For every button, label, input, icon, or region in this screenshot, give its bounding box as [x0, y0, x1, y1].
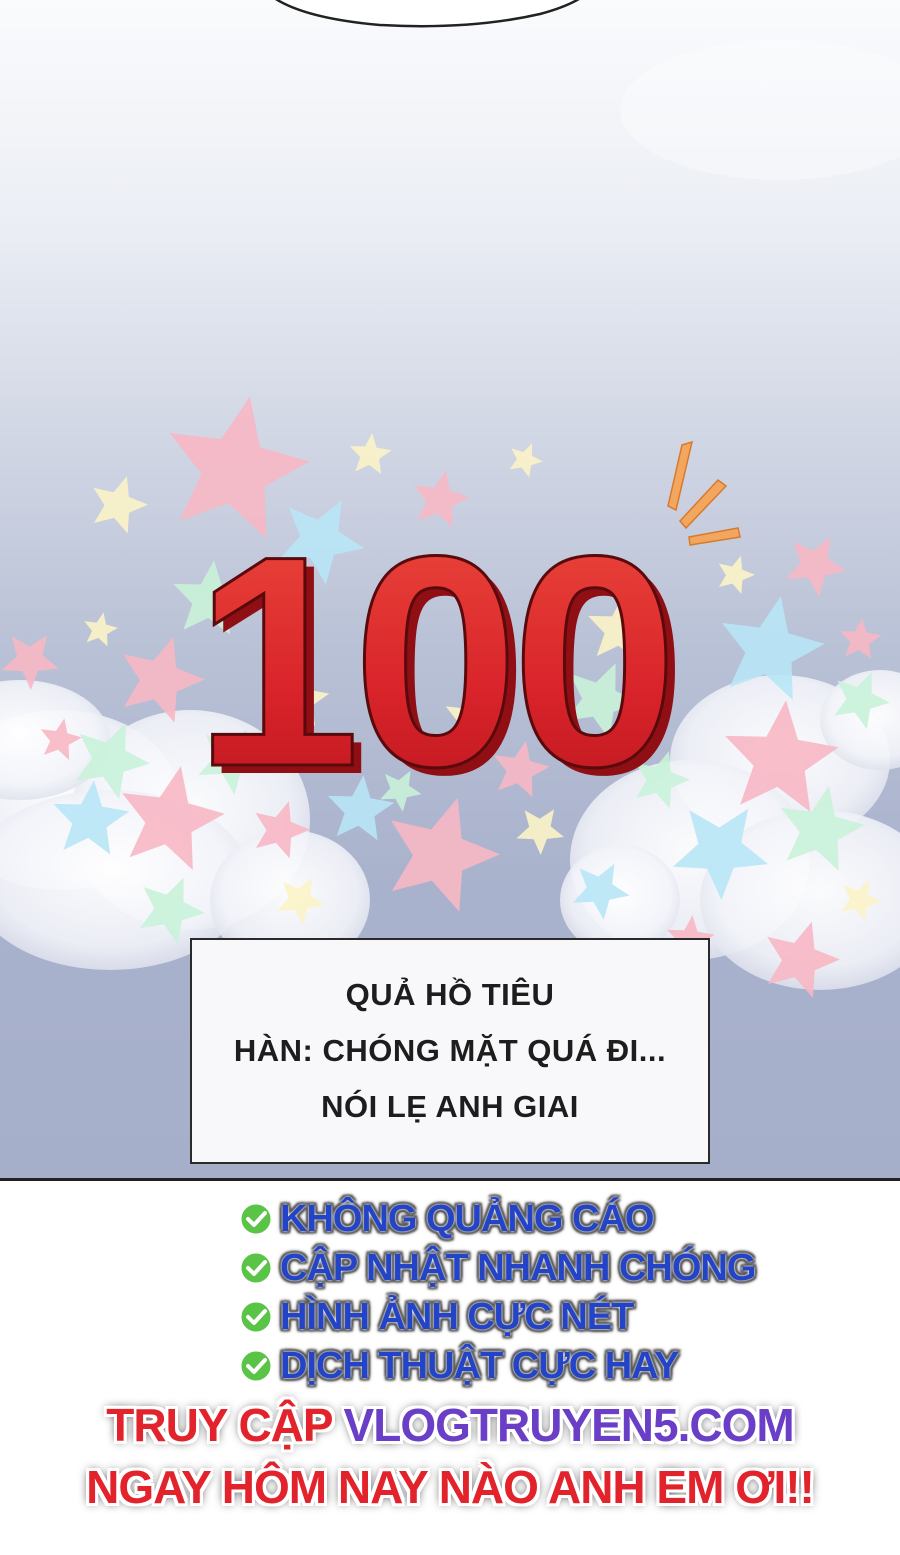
feature-label: DỊCH THUẬT CỰC HAY [280, 1344, 679, 1387]
feature-label: KHÔNG QUẢNG CÁO [280, 1197, 654, 1240]
check-circle-icon [238, 1250, 274, 1286]
sky-glow [620, 40, 900, 180]
cta-line-2: NGAY HÔM NAY NÀO ANH EM ƠI!! [86, 1461, 815, 1513]
star-icon [509, 443, 543, 478]
comic-panel: 100 100 QUẢ HỒ TIÊU HÀN: CHÓNG MẶT QUÁ Đ… [0, 0, 900, 1180]
star-icon [93, 476, 148, 534]
star-icon [786, 536, 847, 597]
feature-item: DỊCH THUẬT CỰC HAY [238, 1341, 679, 1391]
speech-bubble-edge [275, 0, 580, 28]
star-icon [84, 612, 118, 647]
star-icon [718, 555, 755, 594]
star-icon [839, 618, 882, 659]
cta-site-link[interactable]: VLOGTRUYEN5.COM [344, 1399, 795, 1451]
feature-item: CẬP NHẬT NHANH CHÓNG [238, 1243, 756, 1293]
star-icon [349, 433, 392, 474]
counter-number: 100 100 [192, 492, 687, 838]
caption-line: HÀN: CHÓNG MẶT QUÁ ĐI... [233, 1033, 667, 1068]
feature-label: HÌNH ẢNH CỰC NÉT [280, 1295, 634, 1338]
star-icon [123, 637, 205, 723]
caption-line: QUẢ HỒ TIÊU [345, 977, 555, 1012]
caption-box: QUẢ HỒ TIÊU HÀN: CHÓNG MẶT QUÁ ĐI... NÓI… [190, 938, 710, 1164]
caption-line: NÓI LẸ ANH GIAI [321, 1089, 579, 1124]
cta-prefix: TRUY CẬP [106, 1399, 332, 1451]
panel-border [0, 1178, 900, 1181]
check-circle-icon [238, 1299, 274, 1335]
feature-item: HÌNH ẢNH CỰC NÉT [238, 1292, 634, 1342]
check-circle-icon [238, 1348, 274, 1384]
cta-line-1: TRUY CẬP VLOGTRUYEN5.COM [0, 1398, 900, 1452]
feature-item: KHÔNG QUẢNG CÁO [238, 1194, 654, 1244]
check-circle-icon [238, 1201, 274, 1237]
svg-text:100: 100 [194, 493, 671, 829]
comic-page: 100 100 QUẢ HỒ TIÊU HÀN: CHÓNG MẶT QUÁ Đ… [0, 0, 900, 1555]
feature-label: CẬP NHẬT NHANH CHÓNG [280, 1246, 756, 1289]
